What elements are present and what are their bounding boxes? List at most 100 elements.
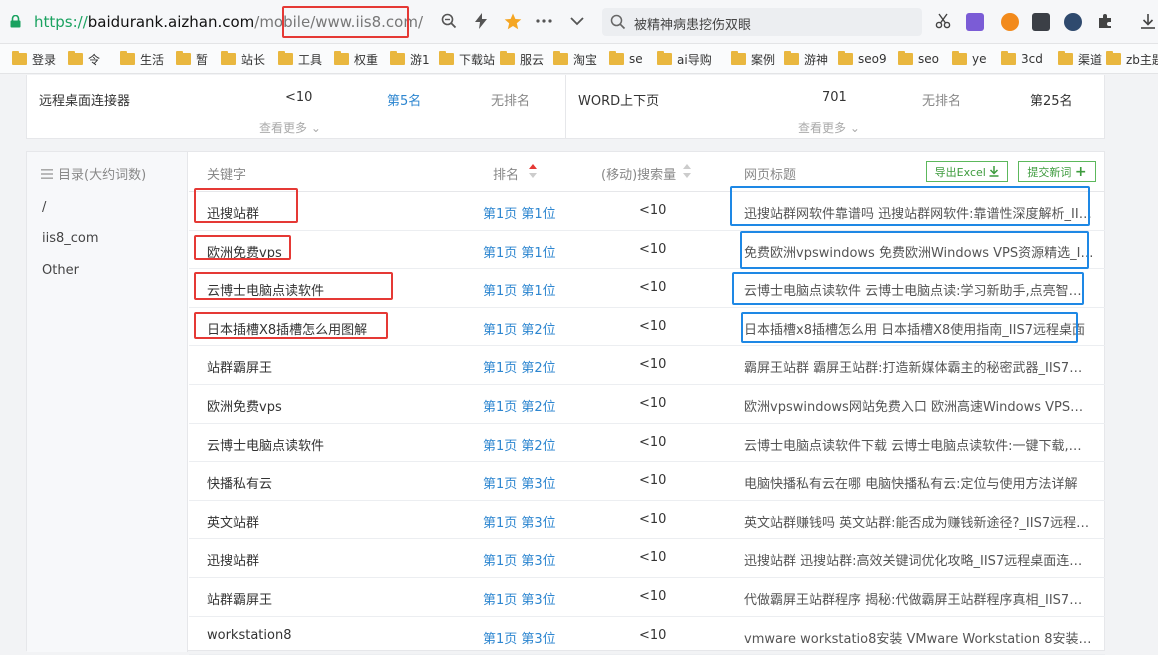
row-page-title[interactable]: 霸屏王站群 霸屏王站群:打造新媒体霸主的秘密武器_IIS7远程桌面 [744, 357, 1094, 376]
bookmark-label: seo [918, 52, 939, 66]
bookmark-label: 案例 [751, 52, 776, 67]
directory-item-other[interactable]: Other [42, 263, 79, 278]
folder-icon [120, 51, 135, 65]
header-rank[interactable]: 排名 [493, 164, 519, 183]
search-icon [610, 14, 626, 30]
table-row: 快播私有云 第1页 第3位 <10 电脑快播私有云在哪 电脑快播私有云:定位与使用方法… [189, 462, 1105, 501]
bookmark-label: ye [972, 52, 987, 66]
zoom-icon[interactable] [440, 12, 458, 30]
row-rank[interactable]: 第1页 第2位 [483, 357, 556, 376]
view-more-left-label: 查看更多 [259, 121, 308, 135]
download-icon[interactable] [1139, 12, 1157, 30]
folder-icon [68, 51, 83, 65]
more-icon[interactable] [535, 12, 553, 30]
bookmark-item[interactable]: ye [952, 51, 986, 67]
reader-ext-icon[interactable] [1032, 13, 1050, 31]
browser-search-box[interactable]: 被精神病患挖伤双眼 [602, 8, 922, 36]
directory-title: 目录(大约词数) [41, 164, 146, 183]
card-divider [565, 75, 566, 139]
table-row: workstation8 第1页 第3位 <10 vmware workstatio8… [189, 617, 1105, 655]
row-rank[interactable]: 第1页 第3位 [483, 550, 556, 569]
star-icon[interactable] [504, 12, 522, 30]
header-volume[interactable]: (移动)搜索量 [601, 164, 676, 183]
bookmark-item[interactable]: 令 [68, 51, 100, 67]
row-page-title[interactable]: 迅搜站群 迅搜站群:高效关键词优化攻略_IIS7远程桌面连接工具 [744, 550, 1094, 569]
puzzle-icon[interactable] [1096, 12, 1114, 30]
bookmark-label: 游1 [410, 52, 430, 67]
view-more-left[interactable]: 查看更多 ⌄ [259, 119, 321, 136]
row-page-title[interactable]: vmware workstatio8安装 VMware Workstation … [744, 628, 1094, 647]
bookmark-item[interactable]: zb主题 [1106, 51, 1158, 67]
bookmark-item[interactable]: 下载站 [439, 51, 495, 67]
row-page-title[interactable]: 代做霸屏王站群程序 揭秘:代做霸屏王站群程序真相_IIS7远程桌面 [744, 589, 1094, 608]
sort-rank-icon[interactable] [529, 164, 537, 178]
row-page-title[interactable]: 云博士电脑点读软件下载 云博士电脑点读软件:一键下载,学习无忧 [744, 435, 1094, 454]
lightning-icon[interactable] [472, 12, 490, 30]
folder-icon [657, 51, 672, 65]
bookmark-item[interactable]: 登录 [12, 51, 56, 67]
view-more-right[interactable]: 查看更多 ⌄ [798, 119, 860, 136]
bookmark-label: se [629, 52, 643, 66]
highlight-title-row-3 [732, 272, 1084, 305]
bookmark-label: 令 [88, 52, 101, 67]
bookmark-item[interactable]: ai导购 [657, 51, 712, 67]
row-rank[interactable]: 第1页 第3位 [483, 589, 556, 608]
folder-icon [952, 51, 967, 65]
folder-icon [12, 51, 27, 65]
bookmark-item[interactable]: 生活 [120, 51, 164, 67]
prev-left-mobile-rank: 无排名 [491, 94, 531, 109]
prev-left-pc-rank[interactable]: 第5名 [387, 90, 421, 109]
table-row: 欧洲免费vps 第1页 第2位 <10 欧洲vpswindows网站免费入口 欧洲高速… [189, 385, 1105, 424]
bookmark-item[interactable]: 游1 [390, 51, 430, 67]
bookmark-item[interactable]: 权重 [334, 51, 378, 67]
bookmark-label: 下载站 [459, 52, 496, 67]
bookmark-item[interactable]: 服云 [500, 51, 544, 67]
directory-item-root[interactable]: / [42, 200, 46, 215]
bookmark-item[interactable]: se [609, 51, 643, 67]
bookmark-item[interactable]: 工具 [278, 51, 322, 67]
row-rank[interactable]: 第1页 第1位 [483, 203, 556, 222]
prev-right-mobile-rank: 第25名 [1030, 94, 1073, 109]
sort-volume-icon[interactable] [683, 164, 691, 178]
row-volume: <10 [639, 203, 667, 218]
row-rank[interactable]: 第1页 第1位 [483, 242, 556, 261]
bookmark-item[interactable]: 3cd [1001, 51, 1043, 67]
row-volume: <10 [639, 473, 667, 489]
export-excel-button[interactable]: 导出Excel [926, 161, 1008, 182]
bookmark-label: 生活 [140, 52, 165, 67]
row-rank[interactable]: 第1页 第2位 [483, 396, 556, 415]
row-page-title[interactable]: 电脑快播私有云在哪 电脑快播私有云:定位与使用方法详解 [744, 473, 1094, 492]
submit-keyword-button[interactable]: 提交新词 + [1018, 161, 1096, 182]
translate-ext-icon[interactable] [966, 13, 984, 31]
row-keyword: workstation8 [207, 627, 292, 643]
row-page-title[interactable]: 英文站群赚钱吗 英文站群:能否成为赚钱新途径?_IIS7远程桌面 [744, 512, 1094, 531]
bookmark-item[interactable]: 渠道 [1058, 51, 1102, 67]
submit-keyword-label: 提交新词 [1027, 165, 1072, 179]
chevron-down-icon[interactable] [568, 12, 586, 30]
bookmark-item[interactable]: 案例 [731, 51, 775, 67]
bookmark-item[interactable]: 淘宝 [553, 51, 597, 67]
browser-toolbar: https://baidurank.aizhan.com/mobile/www.… [0, 0, 1158, 44]
scissors-icon[interactable] [934, 12, 952, 30]
bookmark-item[interactable]: 站长 [221, 51, 265, 67]
fox-ext-icon[interactable] [1001, 13, 1019, 31]
row-rank[interactable]: 第1页 第1位 [483, 280, 556, 299]
row-rank[interactable]: 第1页 第3位 [483, 628, 556, 647]
folder-icon [439, 51, 454, 65]
folder-icon [500, 51, 515, 65]
directory-item-iis8[interactable]: iis8_com [42, 231, 99, 246]
cursor-ext-icon[interactable] [1064, 13, 1082, 31]
bookmark-item[interactable]: seo9 [838, 51, 887, 67]
export-excel-label: 导出Excel [934, 165, 986, 179]
row-rank[interactable]: 第1页 第3位 [483, 512, 556, 531]
row-rank[interactable]: 第1页 第3位 [483, 473, 556, 492]
bookmark-item[interactable]: 游神 [784, 51, 828, 67]
row-volume: <10 [639, 241, 667, 257]
row-page-title[interactable]: 欧洲vpswindows网站免费入口 欧洲高速Windows VPS免费入口 [744, 396, 1094, 415]
row-rank[interactable]: 第1页 第2位 [483, 319, 556, 338]
bookmark-item[interactable]: seo [898, 51, 939, 67]
url-host: baidurank.aizhan.com [87, 13, 255, 31]
bookmark-item[interactable]: 暂 [176, 51, 208, 67]
row-rank[interactable]: 第1页 第2位 [483, 435, 556, 454]
bookmark-label: 站长 [241, 52, 266, 67]
